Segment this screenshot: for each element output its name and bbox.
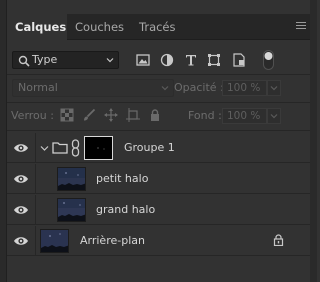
lock-label: Verrou : [11,109,54,122]
visibility-eye-icon[interactable] [13,173,29,185]
divider [7,130,310,131]
opacity-chevron-icon[interactable] [267,80,281,96]
divider [7,102,310,103]
column-divider [35,226,36,256]
folder-icon [52,142,68,154]
night-sky-image [58,168,85,190]
search-icon [18,55,30,67]
lock-artboard-icon[interactable] [126,108,140,122]
chevron-down-icon [106,58,114,63]
layer-lock-icon[interactable] [273,234,284,246]
layers-empty-area [7,257,310,282]
lock-transparent-icon[interactable] [60,108,74,122]
group-mask-thumbnail[interactable] [84,136,113,160]
column-divider [35,195,36,225]
link-chain-icon[interactable] [71,139,80,157]
layer-name: Groupe 1 [124,141,175,154]
layer-name: grand halo [96,203,156,216]
layers-list: Groupe 1 petit halo grand halo Arrière-p… [7,133,310,282]
night-sky-image [58,199,85,221]
smart-object-filter-icon[interactable] [231,52,247,68]
filter-kind-select[interactable]: Type [12,51,119,69]
layer-row-grand-halo[interactable]: grand halo [7,195,310,225]
chevron-down-icon [161,86,169,91]
layer-thumbnail[interactable] [57,167,86,191]
app-frame: Calques Couches Tracés Type Normal Opaci… [0,0,317,282]
visibility-eye-icon[interactable] [13,235,29,247]
image-filter-icon[interactable] [135,52,151,68]
layer-thumbnail[interactable] [57,198,86,222]
layer-row-group[interactable]: Groupe 1 [7,133,310,163]
panel-tab-bar: Calques Couches Tracés [7,14,310,41]
layers-panel: Calques Couches Tracés Type Normal Opaci… [7,0,310,282]
right-gutter [309,0,317,282]
type-filter-icon[interactable] [183,52,199,68]
left-gutter [0,0,7,282]
tab-traces[interactable]: Tracés [131,14,184,40]
lock-all-icon[interactable] [148,108,162,122]
tab-couches[interactable]: Couches [67,14,132,40]
layer-thumbnail[interactable] [40,229,69,253]
blend-mode-label: Normal [18,81,58,94]
tab-calques[interactable]: Calques [7,14,67,41]
night-sky-image [41,230,68,252]
visibility-eye-icon[interactable] [13,204,29,216]
column-divider [35,133,36,163]
panel-menu-icon[interactable] [296,22,306,32]
layer-row-petit-halo[interactable]: petit halo [7,164,310,194]
visibility-eye-icon[interactable] [13,142,29,154]
lock-image-icon[interactable] [82,108,96,122]
fill-chevron-icon[interactable] [267,108,281,124]
column-divider [35,164,36,194]
layer-row-background[interactable]: Arrière-plan [7,226,310,256]
layer-name: petit halo [96,172,149,185]
filter-kind-label: Type [32,53,58,66]
blend-row: Normal Opacité : 100 % [7,78,310,98]
fill-label: Fond : [188,109,222,122]
blend-mode-select[interactable]: Normal [12,79,174,97]
divider [7,74,310,75]
layer-name: Arrière-plan [80,234,145,247]
filter-toggle-icon[interactable] [263,50,274,70]
layer-filter-row: Type [7,48,310,72]
adjustment-filter-icon[interactable] [159,52,175,68]
lock-row: Verrou : Fond: 100 % [7,106,310,126]
mask-dots [97,147,105,150]
shape-filter-icon[interactable] [206,52,222,68]
lock-position-icon[interactable] [104,108,118,122]
opacity-label: Opacité : [174,81,224,94]
opacity-field[interactable]: 100 % [222,80,267,96]
fill-field[interactable]: 100 % [222,108,267,124]
chevron-down-icon[interactable] [40,144,49,153]
